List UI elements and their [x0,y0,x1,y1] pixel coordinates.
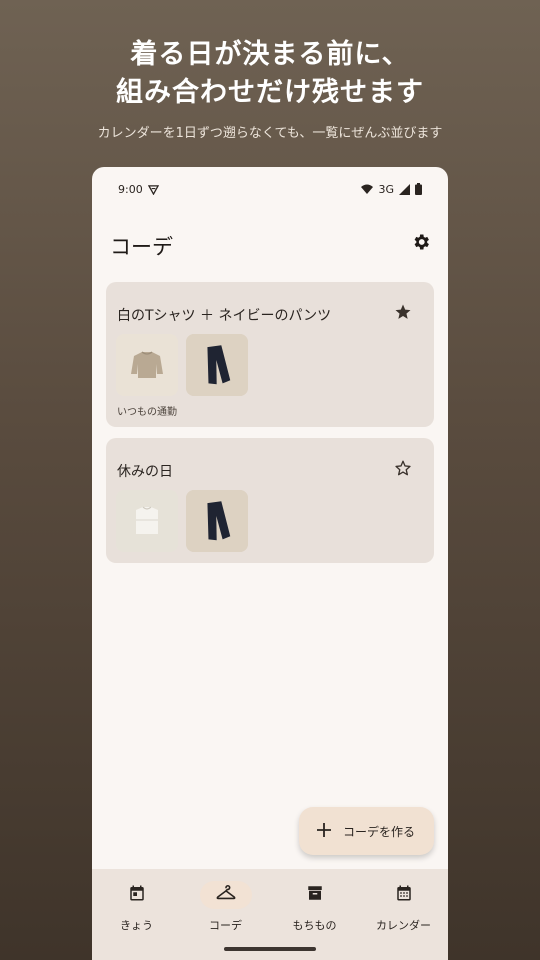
archive-box-icon [306,884,324,906]
navy-pants-image [186,490,248,552]
star-outline-icon [394,459,412,481]
promo-title-line-1: 着る日が決まる前に、 [130,39,410,70]
star-filled-icon [394,303,412,325]
nav-pill-active [199,881,252,909]
outfit-card[interactable]: 白のTシャツ ＋ ネイビーのパンツ いつもの通勤 [106,282,434,427]
outfit-note: いつもの通勤 [117,407,177,418]
pants-thumbnail[interactable] [186,490,248,552]
wifi-icon [361,184,374,195]
promo-title: 着る日が決まる前に、 組み合わせだけ残せます [0,36,540,112]
nav-label-belongings: もちもの [292,919,337,932]
promo-subtitle: カレンダーを1日ずつ遡らなくても、一覧にぜんぶ並びます [97,126,443,141]
outfit-title: 休みの日 [117,464,173,480]
status-left: 9:00 [118,183,159,196]
hanger-icon [216,884,236,906]
nav-label-today: きょう [120,919,153,932]
network-type: 3G [378,182,394,196]
navy-pants-image [186,334,248,396]
pants-thumbnail[interactable] [186,334,248,396]
settings-button[interactable] [408,231,434,257]
signal-icon [399,183,410,195]
gear-icon [411,232,431,256]
nav-label-calendar: カレンダー [376,919,431,932]
outfit-title: 白のTシャツ ＋ ネイビーのパンツ [117,308,332,324]
status-right: 3G [361,183,422,196]
create-outfit-button[interactable]: コーデを作る [299,807,434,855]
create-outfit-label: コーデを作る [343,824,416,839]
vpn-shield-icon [147,184,159,195]
nav-pill [111,881,163,909]
tshirt-thumbnail[interactable] [116,490,178,552]
favorite-button[interactable] [391,458,415,482]
outfit-card[interactable]: 休みの日 [106,438,434,563]
favorite-button[interactable] [391,302,415,326]
nav-item-today[interactable]: きょう [92,869,181,960]
white-tshirt-image [116,490,178,552]
phone-screen: 9:00 3G コーデ 白のTシャツ ＋ ネイビーのパンツ いつもの通勤 休みの… [92,167,448,960]
promo-title-line-2: 組み合わせだけ残せます [116,77,424,108]
page-title: コーデ [110,235,173,259]
sweater-thumbnail[interactable] [116,334,178,396]
battery-icon [415,183,422,195]
status-bar: 9:00 3G [92,167,448,211]
calendar-month-icon [395,884,413,906]
home-indicator[interactable] [224,947,316,951]
status-time: 9:00 [118,182,143,196]
nav-label-outfits: コーデ [209,919,242,932]
nav-item-calendar[interactable]: カレンダー [359,869,448,960]
beige-sweater-image [116,334,178,396]
plus-icon [317,822,331,840]
nav-pill [289,881,341,909]
calendar-today-icon [128,884,146,906]
nav-pill [378,881,430,909]
